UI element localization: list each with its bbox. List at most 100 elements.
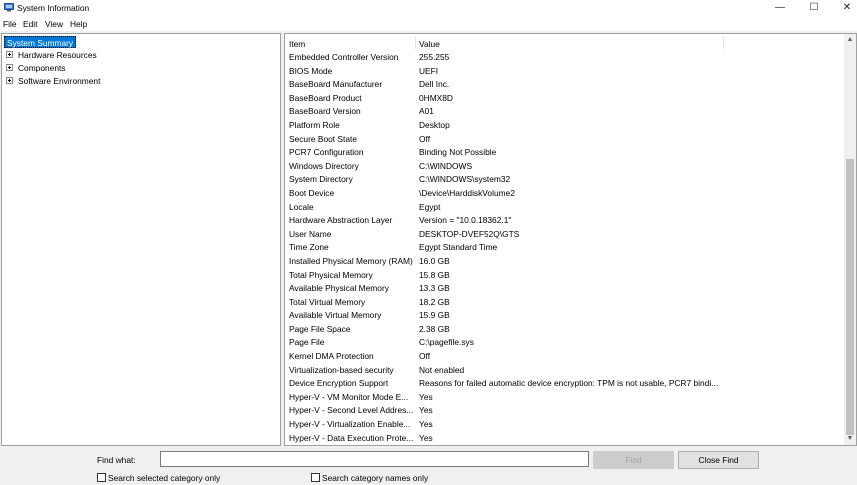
table-row[interactable]: Platform Role Desktop: [285, 119, 845, 133]
row-value-cell: Egypt: [419, 201, 441, 212]
list-header: Item Value: [285, 34, 845, 51]
row-item-cell: Locale: [289, 201, 314, 212]
table-row[interactable]: BaseBoard Product 0HMX8D: [285, 92, 845, 106]
table-row[interactable]: User Name DESKTOP-DVEF52Q\GTS: [285, 228, 845, 242]
table-row[interactable]: Virtualization-based security Not enabled: [285, 364, 845, 378]
row-item-cell: BaseBoard Manufacturer: [289, 79, 383, 90]
menu-edit[interactable]: Edit: [23, 19, 37, 29]
row-item-cell: PCR7 Configuration: [289, 147, 364, 158]
table-row[interactable]: Hyper-V - Virtualization Enable... Yes: [285, 418, 845, 432]
row-value-cell: DESKTOP-DVEF52Q\GTS: [419, 228, 520, 239]
row-item-cell: Embedded Controller Version: [289, 52, 399, 62]
close-find-button[interactable]: Close Find: [678, 451, 759, 469]
checkbox-icon[interactable]: [311, 473, 320, 482]
row-item-cell: Platform Role: [289, 119, 340, 130]
vertical-scrollbar[interactable]: ▲ ▼: [844, 34, 856, 445]
row-value-cell: Yes: [419, 391, 433, 402]
tree-item-system-summary[interactable]: System Summary: [4, 36, 77, 48]
row-item-cell: Kernel DMA Protection: [289, 351, 374, 362]
checkbox-icon[interactable]: [97, 473, 106, 482]
table-row[interactable]: Available Physical Memory 13.3 GB: [285, 282, 845, 296]
row-value-cell: 15.9 GB: [419, 310, 450, 321]
row-value-cell: Yes: [419, 419, 433, 430]
table-row[interactable]: Embedded Controller Version 255.255: [285, 51, 845, 65]
row-item-cell: Virtualization-based security: [289, 364, 394, 375]
tree-item-components[interactable]: Components: [2, 62, 272, 74]
menu-view[interactable]: View: [45, 19, 63, 29]
table-row[interactable]: PCR7 Configuration Binding Not Possible: [285, 146, 845, 160]
row-item-cell: Secure Boot State: [289, 133, 357, 144]
row-value-cell: A01: [419, 106, 434, 117]
details-list[interactable]: Item Value Embedded Controller Version 25…: [284, 33, 857, 446]
table-row[interactable]: Installed Physical Memory (RAM) 16.0 GB: [285, 255, 845, 269]
row-item-cell: Total Physical Memory: [289, 269, 373, 280]
row-item-cell: Total Virtual Memory: [289, 296, 366, 307]
table-row[interactable]: Secure Boot State Off: [285, 133, 845, 147]
table-row[interactable]: Hardware Abstraction Layer Version = "10.…: [285, 214, 845, 228]
table-row[interactable]: Hyper-V - VM Monitor Mode E... Yes: [285, 391, 845, 405]
row-item-cell: Boot Device: [289, 187, 335, 198]
close-window-button[interactable]: ✕: [830, 0, 857, 16]
row-item-cell: Page File: [289, 337, 325, 348]
table-row[interactable]: BaseBoard Version A01: [285, 105, 845, 119]
row-item-cell: System Directory: [289, 174, 353, 185]
column-header-value[interactable]: Value: [419, 39, 440, 49]
table-row[interactable]: Hyper-V - Data Execution Prote... Yes: [285, 432, 845, 445]
table-row[interactable]: Time Zone Egypt Standard Time: [285, 241, 845, 255]
table-row[interactable]: Page File Space 2.38 GB: [285, 323, 845, 337]
tree-item-hardware-resources[interactable]: Hardware Resources: [2, 49, 272, 61]
row-item-cell: BIOS Mode: [289, 65, 333, 76]
row-value-cell: Not enabled: [419, 364, 465, 375]
search-category-names-checkbox[interactable]: Search category names only: [311, 473, 471, 483]
maximize-button[interactable]: ☐: [797, 0, 831, 16]
expand-icon[interactable]: [6, 51, 13, 58]
row-value-cell: 18.2 GB: [419, 296, 450, 307]
table-row[interactable]: System Directory C:\WINDOWS\system32: [285, 173, 845, 187]
menu-file[interactable]: File: [3, 19, 17, 29]
menu-help[interactable]: Help: [70, 19, 87, 29]
row-item-cell: Hyper-V - Second Level Addres...: [289, 405, 414, 416]
system-information-app-icon: [4, 3, 14, 12]
find-button[interactable]: Find: [593, 451, 674, 469]
table-row[interactable]: Hyper-V - Second Level Addres... Yes: [285, 404, 845, 418]
table-row[interactable]: BIOS Mode UEFI: [285, 65, 845, 79]
row-item-cell: Page File Space: [289, 323, 351, 334]
table-row[interactable]: Boot Device \Device\HarddiskVolume2: [285, 187, 845, 201]
row-value-cell: 13.3 GB: [419, 283, 450, 294]
table-row[interactable]: Total Virtual Memory 18.2 GB: [285, 296, 845, 310]
tree-item-software-environment[interactable]: Software Environment: [2, 75, 272, 87]
scroll-thumb[interactable]: [846, 159, 854, 435]
tree-item-label: Software Environment: [18, 76, 101, 86]
row-value-cell: C:\pagefile.sys: [419, 337, 474, 348]
search-selected-category-checkbox[interactable]: Search selected category only: [97, 473, 257, 483]
minimize-button[interactable]: —: [763, 0, 797, 16]
table-row[interactable]: Total Physical Memory 15.8 GB: [285, 269, 845, 283]
row-value-cell: 16.0 GB: [419, 255, 450, 266]
row-item-cell: Hyper-V - Virtualization Enable...: [289, 419, 411, 430]
expand-icon[interactable]: [6, 64, 13, 71]
expand-icon[interactable]: [6, 77, 13, 84]
table-row[interactable]: Kernel DMA Protection Off: [285, 350, 845, 364]
row-value-cell: Dell Inc.: [419, 79, 450, 90]
scroll-up-icon[interactable]: ▲: [844, 34, 856, 46]
table-row[interactable]: Page File C:\pagefile.sys: [285, 336, 845, 350]
row-item-cell: Hardware Abstraction Layer: [289, 215, 393, 226]
column-divider[interactable]: [723, 36, 724, 49]
row-value-cell: 255.255: [419, 52, 450, 62]
table-row[interactable]: Device Encryption Support Reasons for fai…: [285, 377, 845, 391]
find-what-label: Find what:: [97, 455, 136, 465]
checkbox-label: Search category names only: [322, 473, 429, 483]
row-item-cell: Installed Physical Memory (RAM): [289, 255, 413, 266]
table-row[interactable]: Available Virtual Memory 15.9 GB: [285, 309, 845, 323]
column-divider[interactable]: [415, 36, 416, 49]
scroll-down-icon[interactable]: ▼: [844, 433, 856, 445]
table-row[interactable]: BaseBoard Manufacturer Dell Inc.: [285, 78, 845, 92]
find-input[interactable]: [160, 451, 589, 467]
row-item-cell: Hyper-V - VM Monitor Mode E...: [289, 391, 409, 402]
row-item-cell: Windows Directory: [289, 160, 359, 171]
category-tree[interactable]: System Summary Hardware Resources Compon…: [1, 33, 281, 446]
row-value-cell: C:\WINDOWS\system32: [419, 174, 511, 185]
column-header-item[interactable]: Item: [289, 39, 305, 49]
table-row[interactable]: Windows Directory C:\WINDOWS: [285, 160, 845, 174]
table-row[interactable]: Locale Egypt: [285, 201, 845, 215]
